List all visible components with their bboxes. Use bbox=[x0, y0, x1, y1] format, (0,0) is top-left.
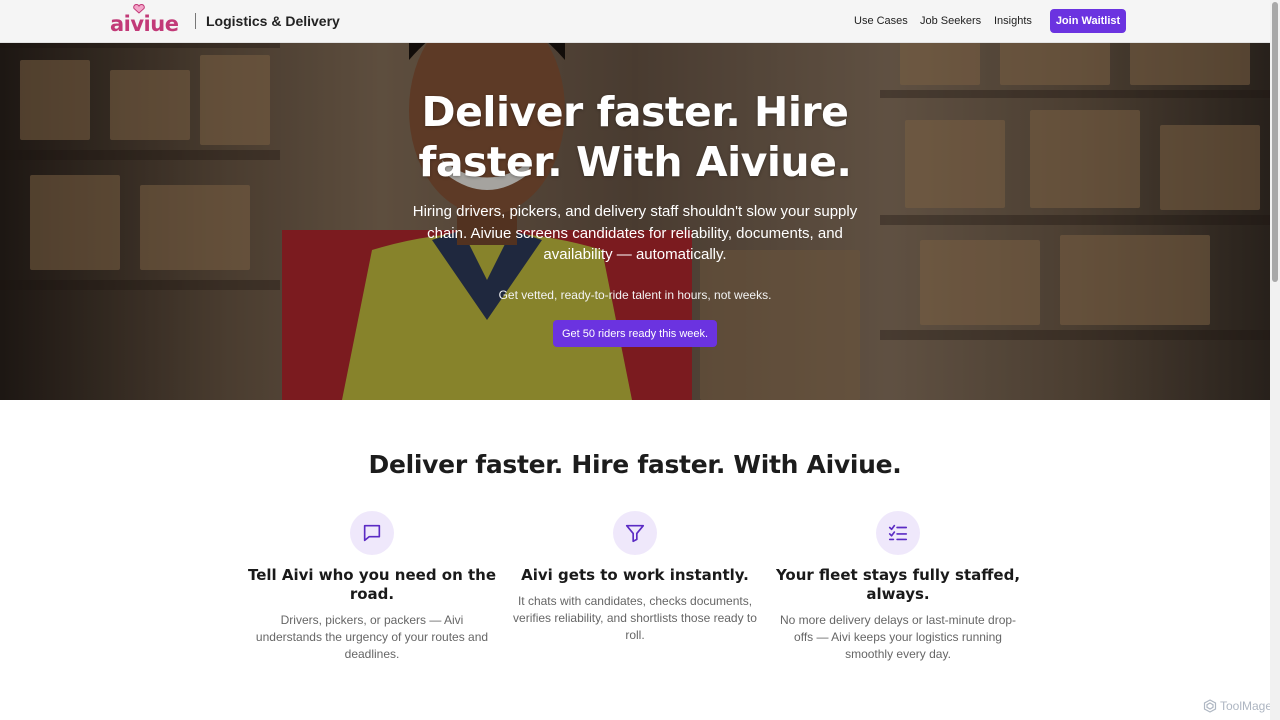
hero-description: Hiring drivers, pickers, and delivery st… bbox=[412, 203, 858, 263]
nav-link-insights[interactable]: Insights bbox=[994, 15, 1032, 27]
feature-card: Your fleet stays fully staffed, always. … bbox=[773, 511, 1023, 663]
watermark: ToolMage bbox=[1203, 699, 1270, 713]
aiviue-logo[interactable]: aiviue bbox=[110, 4, 179, 38]
hero-title: Deliver faster. Hire faster. With Aiviue… bbox=[418, 88, 852, 186]
logo-wordmark: aiviue bbox=[110, 12, 179, 36]
toolmage-logo-icon bbox=[1203, 699, 1217, 713]
watermark-text: ToolMage bbox=[1220, 699, 1270, 713]
feature-text: Drivers, pickers, or packers — Aivi unde… bbox=[255, 613, 489, 661]
feature-text: It chats with candidates, checks documen… bbox=[513, 594, 757, 642]
feature-text: No more delivery delays or last-minute d… bbox=[779, 613, 1017, 661]
feature-icon-circle bbox=[613, 511, 657, 555]
hero-subtext: Get vetted, ready-to-ride talent in hour… bbox=[498, 288, 772, 302]
join-waitlist-button[interactable]: Join Waitlist bbox=[1050, 9, 1126, 33]
section-title: Deliver faster. Hire faster. With Aiviue… bbox=[368, 450, 902, 479]
checklist-icon bbox=[888, 524, 908, 541]
nav-link-use-cases[interactable]: Use Cases bbox=[854, 15, 908, 27]
feature-title: Tell Aivi who you need on the road. bbox=[247, 566, 497, 603]
chat-icon bbox=[363, 524, 381, 542]
nav-tagline: Logistics & Delivery bbox=[206, 13, 340, 29]
feature-icon-circle bbox=[876, 511, 920, 555]
feature-icon-circle bbox=[350, 511, 394, 555]
feature-card: Aivi gets to work instantly. It chats wi… bbox=[510, 511, 760, 644]
feature-title: Aivi gets to work instantly. bbox=[521, 566, 749, 584]
feature-card: Tell Aivi who you need on the road. Driv… bbox=[247, 511, 497, 663]
get-riders-button[interactable]: Get 50 riders ready this week. bbox=[553, 320, 717, 347]
page: aiviue Logistics & Delivery Use Cases Jo… bbox=[0, 0, 1270, 720]
page-scrollbar[interactable] bbox=[1270, 0, 1280, 720]
feature-title: Your fleet stays fully staffed, always. bbox=[775, 566, 1021, 603]
scrollbar-thumb[interactable] bbox=[1272, 2, 1278, 282]
nav-link-job-seekers[interactable]: Job Seekers bbox=[920, 15, 981, 27]
filter-icon bbox=[625, 524, 645, 543]
nav-divider bbox=[195, 13, 196, 29]
top-navbar: aiviue Logistics & Delivery Use Cases Jo… bbox=[0, 0, 1270, 43]
